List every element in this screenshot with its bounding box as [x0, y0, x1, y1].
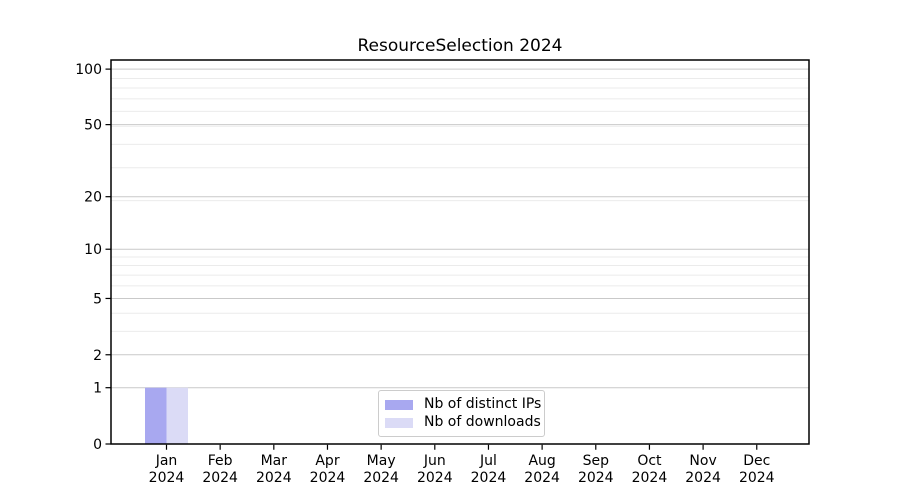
- x-tick-label-year: 2024: [202, 470, 238, 486]
- x-tick-label-month: Jun: [423, 453, 446, 469]
- bar-jan-series1: [167, 388, 189, 444]
- bar-jan-series0: [145, 388, 167, 444]
- x-tick-label-year: 2024: [310, 470, 346, 486]
- y-tick-label: 1: [93, 381, 102, 397]
- y-tick-label: 50: [84, 118, 102, 134]
- y-tick-label: 5: [93, 291, 102, 307]
- x-tick-label-month: Apr: [315, 453, 339, 469]
- x-tick-label-month: Oct: [637, 453, 662, 469]
- x-tick-label-year: 2024: [149, 470, 185, 486]
- x-tick-label-year: 2024: [417, 470, 453, 486]
- y-tick-label: 100: [75, 62, 102, 78]
- x-tick-label-month: May: [367, 453, 396, 469]
- x-tick-label-month: Sep: [583, 453, 610, 469]
- x-tick-label-month: Dec: [743, 453, 770, 469]
- legend-swatch-downloads: [385, 418, 413, 428]
- x-tick-label-year: 2024: [363, 470, 399, 486]
- x-tick-label-year: 2024: [256, 470, 292, 486]
- legend-item-downloads: Nb of downloads: [385, 414, 538, 431]
- legend-swatch-distinct-ips: [385, 400, 413, 410]
- y-tick-label: 20: [84, 190, 102, 206]
- legend-label-downloads: Nb of downloads: [424, 414, 541, 431]
- x-tick-label-year: 2024: [578, 470, 614, 486]
- y-tick-label: 2: [93, 348, 102, 364]
- x-tick-label-month: Nov: [689, 453, 716, 469]
- legend-item-distinct-ips: Nb of distinct IPs: [385, 396, 538, 413]
- x-tick-label-year: 2024: [685, 470, 721, 486]
- y-tick-label: 0: [93, 437, 102, 453]
- x-tick-label-month: Feb: [208, 453, 233, 469]
- x-tick-label-year: 2024: [739, 470, 775, 486]
- axes-frame: [111, 60, 809, 444]
- x-tick-label-month: Jul: [479, 453, 497, 469]
- x-tick-label-year: 2024: [632, 470, 668, 486]
- x-tick-label-month: Mar: [261, 453, 288, 469]
- x-tick-label-year: 2024: [471, 470, 507, 486]
- x-tick-label-month: Aug: [528, 453, 555, 469]
- chart-canvas: ResourceSelection 2024 0125102050100Jan2…: [0, 0, 900, 500]
- legend: Nb of distinct IPs Nb of downloads: [378, 390, 545, 437]
- legend-label-distinct-ips: Nb of distinct IPs: [424, 396, 541, 413]
- x-tick-label-year: 2024: [524, 470, 560, 486]
- y-tick-label: 10: [84, 242, 102, 258]
- x-tick-label-month: Jan: [155, 453, 178, 469]
